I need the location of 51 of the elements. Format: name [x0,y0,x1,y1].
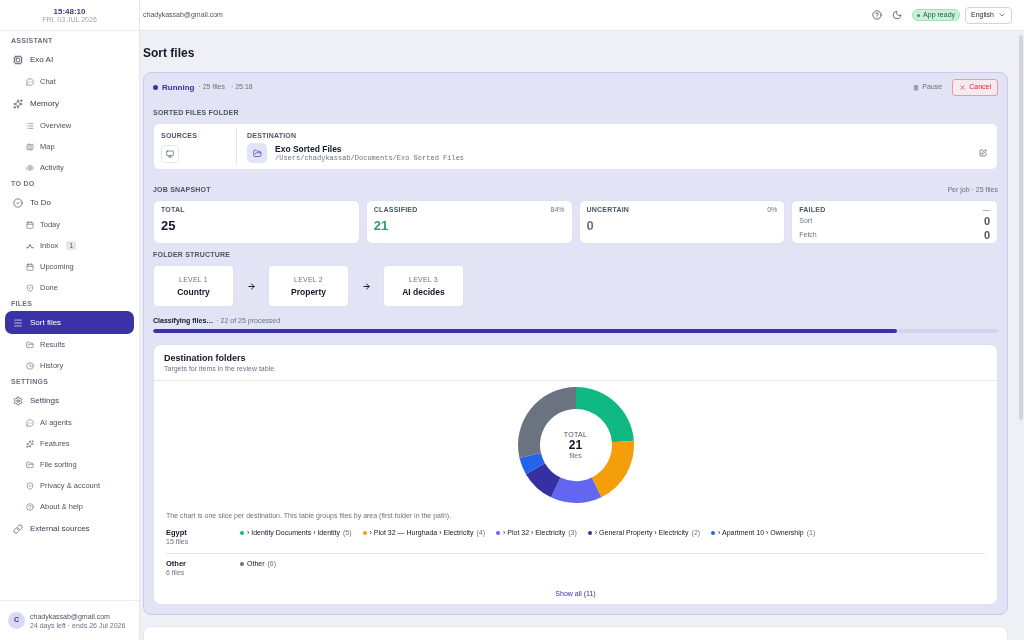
sidebar-item[interactable]: External sources [5,517,134,540]
check-circle-icon [13,197,23,208]
calendar-icon [26,220,34,229]
pause-icon [913,84,920,91]
eye-icon [26,163,34,172]
map-icon [26,142,34,151]
card-title: Destination folders [164,353,247,364]
sidebar-item[interactable]: Memory [5,92,134,115]
arrow-right-icon [361,281,371,291]
folder-icon [26,460,34,469]
edit-icon[interactable] [979,149,987,157]
page-title: Sort files [143,46,196,60]
destination-name: Exo Sorted Files [275,143,343,154]
link-icon [13,523,23,534]
calendar-icon [26,262,34,271]
close-icon [959,84,967,91]
menu-icon [13,317,23,328]
sparkles-icon [13,98,23,109]
chat-bubble-icon [26,418,34,427]
list-icon [26,121,34,130]
job-status: Running [162,81,195,94]
sidebar-item[interactable]: To Do [5,191,134,214]
help-icon [26,502,34,511]
chevron-down-icon [998,11,1006,19]
peak-line-icon [26,241,34,250]
chat-bubble-icon [26,77,34,86]
donut-center-value: 21 [568,438,583,452]
level-value: Property [291,286,326,297]
clock-time: 15:48:10 [53,6,86,16]
sparkles-icon [26,439,34,448]
settings-icon [13,395,23,406]
stat-row-value: 0 [983,215,990,227]
folder-icon [26,340,34,349]
moon-icon[interactable] [892,10,903,20]
sidebar-item[interactable]: Exo AI [5,48,134,71]
monitor-icon[interactable] [161,145,179,163]
sidebar-item[interactable]: Settings [5,389,134,412]
sidebar-item[interactable]: Sort files [5,311,134,334]
arrow-right-icon [246,281,256,291]
stat-value: 21 [373,219,390,233]
stat-row-value: 0 [983,229,990,241]
level-value: Country [177,286,210,297]
level-value: AI decides [402,286,445,297]
chip-icon [13,54,23,65]
shield-check-icon [26,283,34,292]
shield-check-icon [26,481,34,490]
stat-value: 0 [586,219,595,233]
clock-icon [26,361,34,370]
stat-value: 25 [161,219,177,233]
folder-icon [247,143,267,163]
help-icon[interactable] [872,10,883,20]
